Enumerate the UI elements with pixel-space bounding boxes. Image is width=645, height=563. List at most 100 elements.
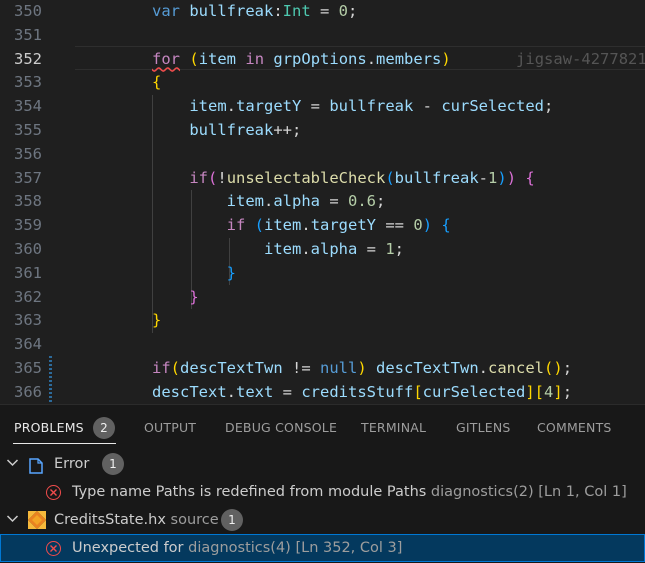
chevron-down-icon[interactable] — [6, 450, 20, 478]
code-token: ; — [543, 97, 554, 116]
code-line[interactable]: 353 { — [0, 71, 645, 95]
code-line[interactable]: 357 if(!unselectableCheck(bullfreak-1)) … — [0, 167, 645, 191]
code-line[interactable]: 354 item.targetY = bullfreak - curSelect… — [0, 95, 645, 119]
code-token: 1 — [488, 168, 498, 187]
code-line[interactable]: 363} — [0, 309, 645, 333]
problem-group-detail: source — [170, 512, 219, 528]
code-token: [ — [534, 382, 544, 401]
code-line[interactable]: 366 descText.text = creditsStuff[curSelec… — [0, 381, 645, 404]
code-token: } — [152, 311, 162, 330]
code-token: ] — [553, 382, 563, 401]
code-line[interactable]: 350 var bullfreak:Int = 0; — [0, 0, 645, 24]
code-text: if(descTextTwn != null) descTextTwn.canc… — [152, 357, 572, 381]
code-token: for — [152, 49, 180, 68]
code-line[interactable]: 359 if (item.targetY == 0) { — [0, 214, 645, 238]
code-token: jigsaw-4277821 — [450, 49, 645, 68]
code-token: if — [189, 168, 208, 187]
line-number: 352 — [14, 49, 42, 68]
code-line[interactable]: 360 item.alpha = 1; — [0, 238, 645, 262]
problem-item-selected[interactable]: Unexpected for diagnostics(4) [Ln 352, C… — [0, 534, 645, 562]
code-text: } — [152, 262, 236, 286]
code-token: ++; — [273, 121, 302, 139]
code-token: ) — [441, 49, 451, 68]
code-line[interactable]: 356 — [0, 143, 645, 167]
code-token: 0.6 — [348, 192, 376, 211]
problem-location: [Ln 352, Col 3] — [295, 540, 403, 556]
code-line[interactable]: 358 item.alpha = 0.6; — [0, 190, 645, 214]
line-number: 358 — [14, 192, 42, 211]
bottom-panel: PROBLEMS 2 OUTPUT DEBUG CONSOLE TERMINAL… — [0, 404, 645, 563]
code-token: = — [273, 382, 302, 401]
code-token: ; — [376, 192, 386, 211]
code-line[interactable]: 362 } — [0, 286, 645, 310]
code-token: . — [226, 97, 236, 116]
tab-comments[interactable]: COMMENTS — [537, 420, 612, 435]
code-token: = — [310, 2, 339, 20]
code-line[interactable]: 365 if(descTextTwn != null) descTextTwn.c… — [0, 357, 645, 381]
line-number: 363 — [14, 311, 42, 330]
problem-group-credits-state[interactable]: CreditsState.hx source 1 — [0, 506, 645, 534]
code-token: curSelected — [441, 97, 544, 116]
problem-group-error[interactable]: Error 1 — [0, 450, 645, 478]
code-token: item — [189, 97, 227, 116]
code-token: in — [245, 49, 265, 68]
error-icon — [46, 485, 61, 500]
error-icon — [46, 541, 61, 556]
line-number: 355 — [14, 121, 42, 139]
code-line[interactable]: 355 bullfreak++; — [0, 119, 645, 143]
code-line[interactable]: 364 — [0, 333, 645, 357]
problem-source: diagnostics(2) — [430, 484, 534, 500]
code-token: descTextTwn — [180, 359, 283, 377]
code-token: - — [413, 97, 442, 116]
code-token: . — [301, 216, 311, 235]
tab-gitlens[interactable]: GITLENS — [456, 420, 511, 435]
code-token: != — [282, 359, 320, 377]
code-line[interactable]: 361 } — [0, 262, 645, 286]
code-editor[interactable]: 350 var bullfreak:Int = 0; 351 352 for (item… — [0, 0, 645, 404]
active-tab-indicator — [13, 443, 116, 444]
code-token: if — [226, 216, 246, 235]
tab-debug-console[interactable]: DEBUG CONSOLE — [225, 420, 337, 435]
panel-tab-bar: PROBLEMS 2 OUTPUT DEBUG CONSOLE TERMINAL… — [0, 405, 645, 449]
code-token: text — [236, 382, 274, 401]
code-token: item — [226, 192, 264, 211]
tab-output[interactable]: OUTPUT — [144, 420, 196, 435]
line-number: 360 — [14, 240, 42, 258]
code-token: ( — [254, 216, 265, 235]
code-token: ( — [189, 49, 199, 68]
chevron-down-icon[interactable] — [6, 506, 20, 534]
code-line[interactable]: 351 — [0, 24, 645, 48]
problem-item[interactable]: Type name Paths is redefined from module… — [0, 478, 645, 506]
code-line[interactable]: 352 for (item in grpOptions.members) jigs… — [0, 48, 645, 72]
code-token: { — [525, 168, 535, 187]
code-token: curSelected — [422, 382, 526, 401]
line-number: 364 — [14, 335, 42, 354]
line-number: 354 — [14, 97, 42, 116]
tab-problems[interactable]: PROBLEMS — [14, 420, 84, 435]
code-token: = — [357, 240, 386, 258]
code-text: for (item in grpOptions.members) jigsaw-… — [152, 48, 645, 72]
code-token: targetY — [310, 216, 377, 235]
code-token: 1 — [385, 240, 395, 258]
code-token: ) — [422, 216, 433, 235]
line-number: 366 — [14, 382, 42, 401]
code-token: ) — [506, 168, 517, 187]
code-token: ; — [348, 2, 358, 20]
line-number: 351 — [14, 25, 42, 44]
code-token: ( — [208, 168, 218, 187]
code-text: var bullfreak:Int = 0; — [152, 0, 357, 24]
code-token: [ — [413, 382, 423, 401]
tab-terminal[interactable]: TERMINAL — [361, 420, 426, 435]
code-token: ! — [217, 168, 227, 187]
code-token: . — [366, 49, 377, 68]
code-token: { — [441, 216, 451, 235]
code-token: creditsStuff — [301, 382, 414, 401]
line-number: 361 — [14, 263, 42, 282]
code-token: ] — [525, 382, 535, 401]
